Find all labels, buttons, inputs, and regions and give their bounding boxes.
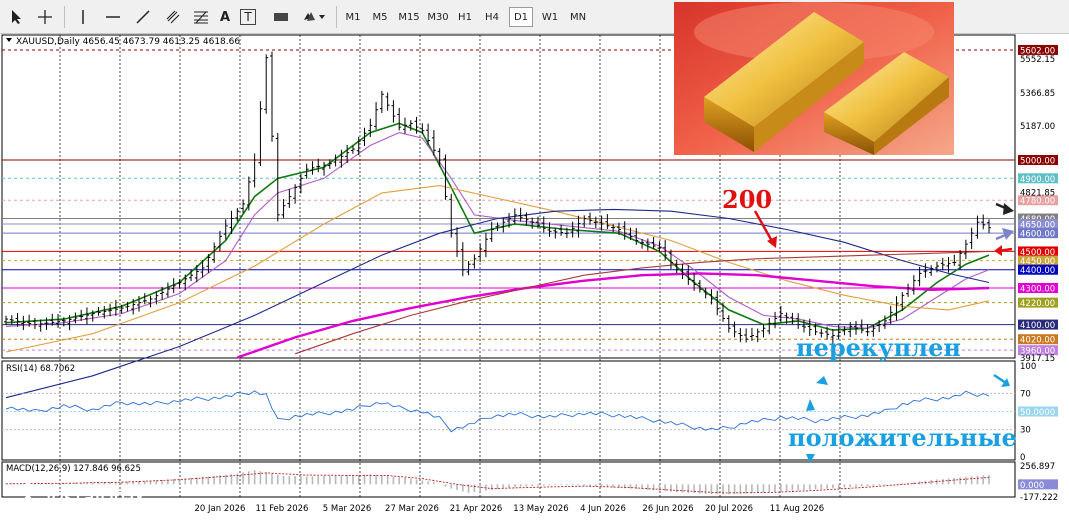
date-axis-label: 26 Jun 2026 bbox=[642, 504, 693, 514]
timeframe-h1[interactable]: H1 bbox=[454, 7, 476, 27]
timeframe-w1[interactable]: W1 bbox=[538, 7, 562, 27]
logo-subtitle: Instant Forex Trading bbox=[48, 508, 134, 518]
price-level-label: 4600.00 bbox=[1020, 230, 1055, 240]
date-axis-label: 27 Mar 2026 bbox=[385, 504, 439, 514]
instaforex-logo: instaforex Instant Forex Trading bbox=[2, 478, 182, 522]
timeframe-m30[interactable]: M30 bbox=[425, 7, 451, 27]
price-tick-label: 4821.85 bbox=[1020, 189, 1055, 199]
timeframe-d1[interactable]: D1 bbox=[509, 7, 533, 27]
timeframe-h4[interactable]: H4 bbox=[481, 7, 503, 27]
logo-mark-icon bbox=[10, 482, 46, 518]
timeframe-m15[interactable]: M15 bbox=[396, 7, 422, 27]
date-axis-label: 13 May 2026 bbox=[513, 504, 568, 514]
rsi-tick-label: 100 bbox=[1020, 362, 1036, 372]
positive-annotation: положительные bbox=[788, 423, 1017, 452]
fibonacci-icon[interactable] bbox=[190, 6, 212, 28]
rsi-tick-label: 70 bbox=[1020, 389, 1031, 399]
timeframe-m5[interactable]: M5 bbox=[369, 7, 391, 27]
toolbar-separator bbox=[64, 6, 65, 28]
gold-bars-image bbox=[674, 2, 954, 155]
price-tick-label: 5187.00 bbox=[1020, 122, 1055, 132]
macd-tick-label: 0.000 bbox=[1020, 481, 1044, 491]
horizontal-line-icon[interactable] bbox=[102, 6, 124, 28]
rsi-tick-label: 30 bbox=[1020, 426, 1031, 436]
price-tick-label: 5366.85 bbox=[1020, 89, 1055, 99]
timeframe-m1[interactable]: M1 bbox=[342, 7, 364, 27]
toolbar-separator bbox=[336, 6, 337, 28]
price-level-label: 4300.00 bbox=[1020, 285, 1055, 295]
date-axis-label: 4 Jun 2026 bbox=[580, 504, 626, 514]
vertical-line-icon[interactable] bbox=[74, 6, 92, 28]
price-level-label: 4220.00 bbox=[1020, 299, 1055, 309]
price-level-label: 4100.00 bbox=[1020, 321, 1055, 331]
crosshair-icon[interactable] bbox=[34, 6, 56, 28]
date-axis-label: 5 Mar 2026 bbox=[323, 504, 371, 514]
price-tick-label: 5552.15 bbox=[1020, 55, 1055, 65]
text-label-icon[interactable]: T bbox=[240, 9, 256, 25]
date-axis-label: 11 Aug 2026 bbox=[770, 504, 824, 514]
price-level-label: 4020.00 bbox=[1020, 336, 1055, 346]
rsi-title: RSI(14) 68.7062 bbox=[6, 364, 75, 374]
cursor-icon[interactable] bbox=[6, 6, 28, 28]
timeframe-mn[interactable]: MN bbox=[566, 7, 590, 27]
arrows-icon[interactable] bbox=[300, 6, 328, 28]
text-icon[interactable]: A bbox=[214, 6, 236, 28]
macd-tick-label: 256.897 bbox=[1020, 462, 1055, 472]
channel-icon[interactable] bbox=[162, 6, 184, 28]
date-axis-label: 20 Jul 2026 bbox=[705, 504, 753, 514]
shapes-icon[interactable] bbox=[270, 6, 292, 28]
date-axis-label: 20 Jan 2026 bbox=[195, 504, 246, 514]
macd-title: MACD(12,26,9) 127.846 96.625 bbox=[6, 464, 141, 474]
price-level-label: 4900.00 bbox=[1020, 175, 1055, 185]
price-level-label: 4400.00 bbox=[1020, 266, 1055, 276]
overbought-annotation: перекуплен bbox=[796, 333, 961, 362]
symbol-header: XAUUSD,Daily 4656.45 4673.79 4613.25 461… bbox=[16, 37, 240, 47]
ma-200-label: 200 bbox=[722, 185, 772, 214]
rsi-tick-label: 50.0000 bbox=[1020, 408, 1055, 418]
date-axis-label: 11 Feb 2026 bbox=[256, 504, 309, 514]
date-axis-label: 21 Apr 2026 bbox=[450, 504, 503, 514]
price-level-label: 5000.00 bbox=[1020, 157, 1055, 167]
macd-tick-label: -177.222 bbox=[1020, 493, 1058, 503]
trendline-icon[interactable] bbox=[132, 6, 154, 28]
